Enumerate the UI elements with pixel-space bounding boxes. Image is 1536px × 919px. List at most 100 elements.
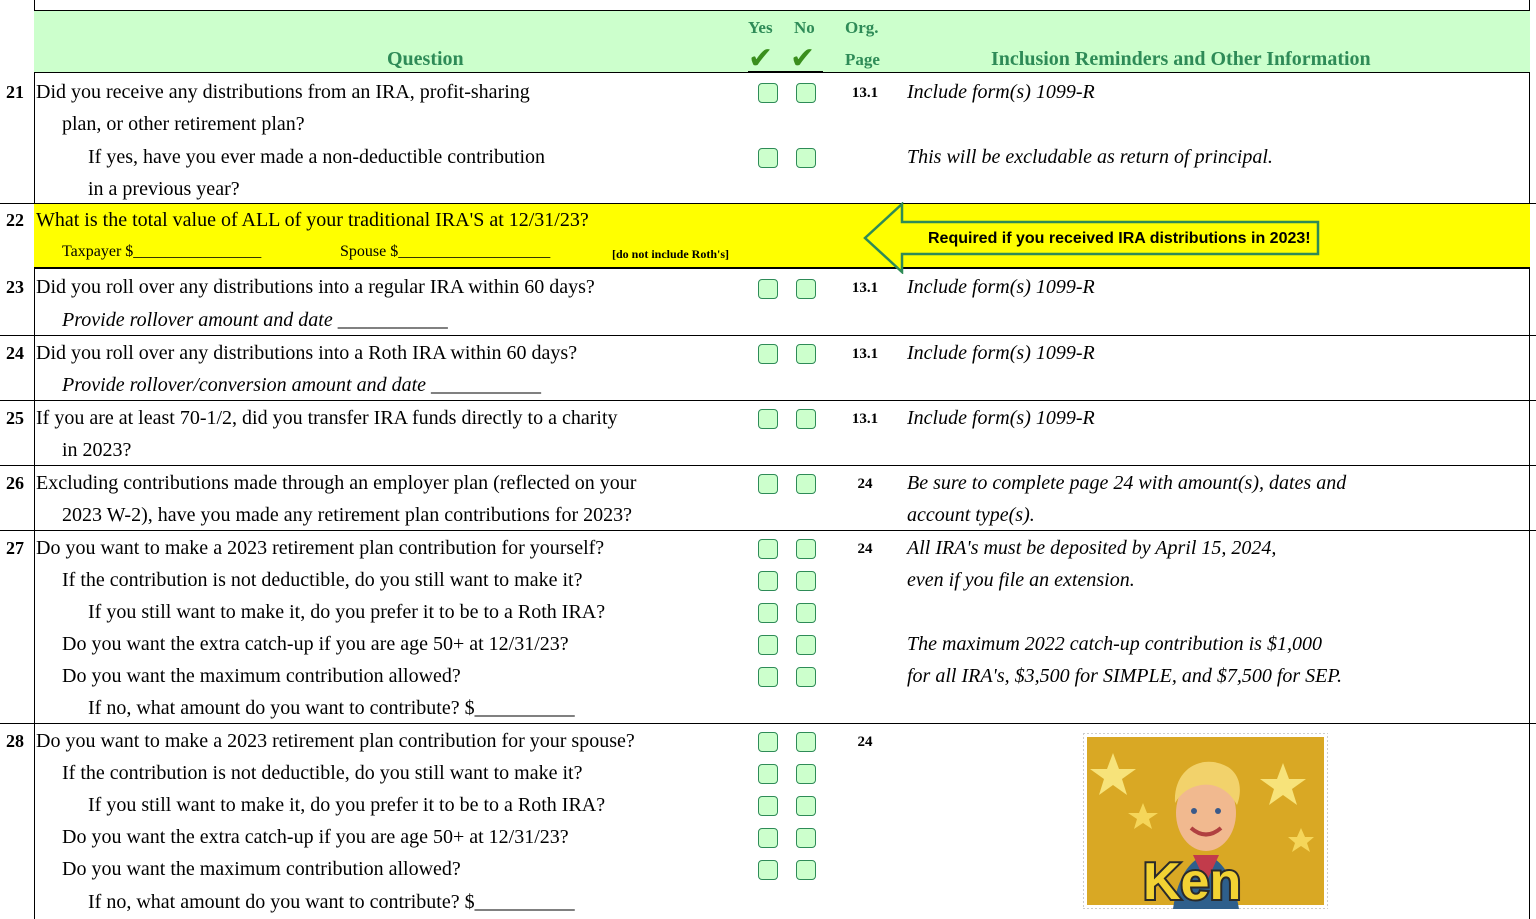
yes-checkbox[interactable] bbox=[758, 635, 778, 655]
org-page: 13.1 bbox=[851, 346, 879, 362]
question-text: plan, or other retirement plan? bbox=[62, 113, 305, 135]
spouse-field[interactable]: Spouse $___________________ bbox=[340, 240, 550, 264]
rollover-field[interactable]: Provide rollover amount and date _______… bbox=[62, 308, 448, 332]
rollover-field[interactable]: Provide rollover/conversion amount and d… bbox=[62, 373, 541, 397]
question-text: Do you want to make a 2023 retirement pl… bbox=[36, 730, 635, 752]
no-checkbox[interactable] bbox=[796, 279, 816, 299]
question-number: 24 bbox=[6, 343, 24, 363]
no-checkbox[interactable] bbox=[796, 148, 816, 168]
question-text: If you still want to make it, do you pre… bbox=[88, 601, 606, 623]
org-page: 24 bbox=[857, 541, 873, 557]
callout-text: Required if you received IRA distributio… bbox=[928, 230, 1311, 247]
info-text: This will be excludable as return of pri… bbox=[907, 146, 1273, 168]
no-checkbox[interactable] bbox=[796, 409, 816, 429]
yes-header: Yes bbox=[748, 18, 773, 37]
question-number: 28 bbox=[6, 731, 24, 751]
info-text: for all IRA's, $3,500 for SIMPLE, and $7… bbox=[907, 665, 1343, 687]
org-page: 13.1 bbox=[851, 280, 879, 296]
question-text: If the contribution is not deductible, d… bbox=[62, 762, 583, 784]
org-header: Org. bbox=[845, 18, 879, 37]
question-number: 27 bbox=[6, 538, 24, 558]
yes-checkbox[interactable] bbox=[758, 474, 778, 494]
question-text: Do you want the extra catch-up if you ar… bbox=[62, 826, 569, 848]
question-number: 22 bbox=[6, 210, 24, 230]
info-text: account type(s). bbox=[907, 504, 1035, 526]
question-text: Did you roll over any distributions into… bbox=[36, 342, 578, 364]
org-page: 24 bbox=[857, 734, 873, 750]
no-checkbox[interactable] bbox=[796, 764, 816, 784]
no-checkbox[interactable] bbox=[796, 828, 816, 848]
no-checkbox[interactable] bbox=[796, 571, 816, 591]
page-header: Page bbox=[845, 50, 880, 69]
question-number: 23 bbox=[6, 277, 24, 297]
yes-checkbox[interactable] bbox=[758, 667, 778, 687]
yes-checkbox[interactable] bbox=[758, 860, 778, 880]
question-text: in a previous year? bbox=[88, 178, 240, 200]
question-number: 21 bbox=[6, 82, 24, 102]
yes-checkbox[interactable] bbox=[758, 409, 778, 429]
yes-checkbox[interactable] bbox=[758, 344, 778, 364]
question-text: Do you want the maximum contribution all… bbox=[62, 858, 461, 880]
question-text: Do you want the extra catch-up if you ar… bbox=[62, 633, 569, 655]
row-divider bbox=[0, 465, 1536, 466]
row-divider bbox=[0, 335, 1536, 336]
org-page: 13.1 bbox=[851, 411, 879, 427]
amount-field[interactable]: If no, what amount do you want to contri… bbox=[88, 696, 575, 720]
no-checkbox[interactable] bbox=[796, 474, 816, 494]
no-checkbox[interactable] bbox=[796, 344, 816, 364]
yes-checkbox[interactable] bbox=[758, 764, 778, 784]
yes-checkbox[interactable] bbox=[758, 828, 778, 848]
info-text: All IRA's must be deposited by April 15,… bbox=[907, 537, 1277, 559]
org-page: 13.1 bbox=[851, 85, 879, 101]
yes-checkbox[interactable] bbox=[758, 796, 778, 816]
info-text: Include form(s) 1099-R bbox=[907, 342, 1095, 364]
info-text: The maximum 2022 catch-up contribution i… bbox=[907, 633, 1322, 655]
yes-checkbox[interactable] bbox=[758, 279, 778, 299]
check-icon: ✔ bbox=[790, 41, 816, 76]
no-checkbox[interactable] bbox=[796, 732, 816, 752]
question-text: Do you want to make a 2023 retirement pl… bbox=[36, 537, 605, 559]
row-divider bbox=[0, 400, 1536, 401]
question-text: Do you want the maximum contribution all… bbox=[62, 665, 461, 687]
yes-checkbox[interactable] bbox=[758, 83, 778, 103]
info-text: Include form(s) 1099-R bbox=[907, 407, 1095, 429]
yes-checkbox[interactable] bbox=[758, 732, 778, 752]
question-text: What is the total value of ALL of your t… bbox=[36, 209, 589, 231]
question-text: If you still want to make it, do you pre… bbox=[88, 794, 606, 816]
no-checkbox[interactable] bbox=[796, 83, 816, 103]
no-checkbox[interactable] bbox=[796, 860, 816, 880]
question-number: 25 bbox=[6, 408, 24, 428]
taxpayer-field[interactable]: Taxpayer $________________ bbox=[62, 240, 261, 264]
no-checkbox[interactable] bbox=[796, 796, 816, 816]
yes-checkbox[interactable] bbox=[758, 148, 778, 168]
info-text: Include form(s) 1099-R bbox=[907, 276, 1095, 298]
ken-logo: Ken bbox=[1143, 853, 1241, 909]
question-text: If yes, have you ever made a non-deducti… bbox=[88, 146, 546, 168]
row-divider bbox=[0, 723, 1536, 724]
check-icon: ✔ bbox=[748, 41, 774, 76]
check-underline bbox=[748, 71, 823, 73]
question-number: 26 bbox=[6, 473, 24, 493]
yes-checkbox[interactable] bbox=[758, 603, 778, 623]
no-checkbox[interactable] bbox=[796, 539, 816, 559]
info-text: Include form(s) 1099-R bbox=[907, 81, 1095, 103]
no-header: No bbox=[794, 18, 815, 37]
no-checkbox[interactable] bbox=[796, 667, 816, 687]
amount-field[interactable]: If no, what amount do you want to contri… bbox=[88, 890, 575, 914]
ken-image: Ken bbox=[1083, 733, 1328, 909]
question-text: Did you roll over any distributions into… bbox=[36, 276, 595, 298]
yes-checkbox[interactable] bbox=[758, 539, 778, 559]
row-divider bbox=[0, 530, 1536, 531]
info-header: Inclusion Reminders and Other Informatio… bbox=[991, 48, 1371, 70]
question-text: Did you receive any distributions from a… bbox=[36, 81, 530, 103]
no-checkbox[interactable] bbox=[796, 635, 816, 655]
question-text: Excluding contributions made through an … bbox=[36, 472, 637, 494]
no-checkbox[interactable] bbox=[796, 603, 816, 623]
question-header: Question bbox=[387, 48, 464, 70]
question-text: 2023 W-2), have you made any retirement … bbox=[62, 504, 633, 526]
yes-checkbox[interactable] bbox=[758, 571, 778, 591]
info-text: even if you file an extension. bbox=[907, 569, 1135, 591]
question-text: in 2023? bbox=[62, 439, 132, 461]
question-text: If you are at least 70-1/2, did you tran… bbox=[36, 407, 618, 429]
question-text: If the contribution is not deductible, d… bbox=[62, 569, 583, 591]
